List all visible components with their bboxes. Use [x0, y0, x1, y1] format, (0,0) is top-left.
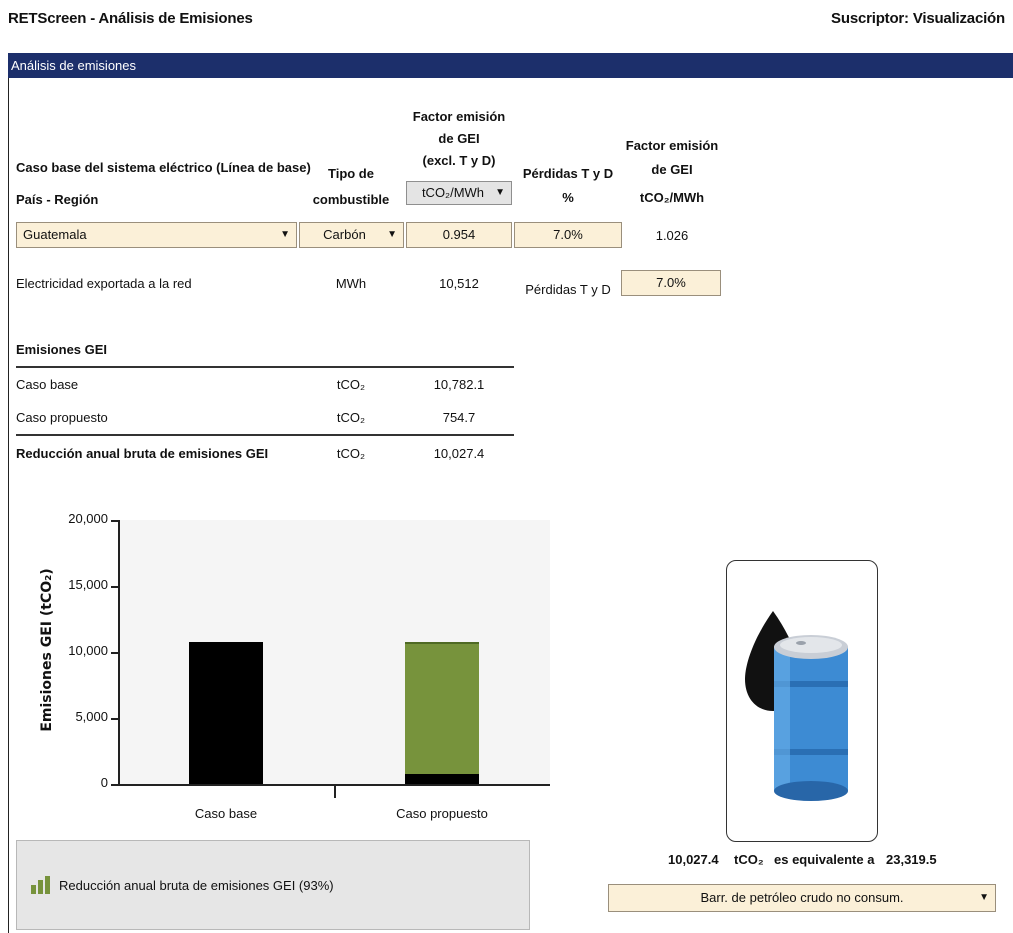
oil-barrel-icon — [726, 560, 878, 842]
x-tick-label: Caso propuesto — [396, 806, 488, 821]
total-unit: tCO₂ — [336, 446, 366, 461]
factor-input[interactable]: 0.954 — [406, 222, 512, 248]
left-border — [8, 78, 9, 933]
total-value: 10,027.4 — [433, 446, 485, 461]
y-tick-label: 20,000 — [68, 511, 108, 526]
factor2-value: 1.026 — [655, 228, 689, 243]
y-tick-label: 10,000 — [68, 643, 108, 658]
chart-legend: Reducción anual bruta de emisiones GEI (… — [16, 840, 530, 930]
bar-chart-icon — [31, 876, 50, 894]
section-header: Análisis de emisiones — [8, 53, 1013, 78]
country-select[interactable]: Guatemala ▼ — [16, 222, 297, 248]
y-tick-mark — [111, 652, 118, 654]
equiv-value: 10,027.4 — [668, 852, 719, 867]
equiv-unit: tCO₂ — [734, 852, 764, 867]
chevron-down-icon: ▼ — [979, 892, 989, 903]
y-axis-line — [118, 520, 120, 784]
legend-label: Reducción anual bruta de emisiones GEI (… — [59, 878, 334, 893]
y-tick-label: 0 — [100, 775, 108, 790]
row-proposed-unit: tCO₂ — [336, 410, 366, 425]
factor2-header-3: tCO₂/MWh — [639, 190, 705, 205]
equiv-result: 23,319.5 — [886, 852, 937, 867]
x-tick-label: Caso base — [194, 806, 258, 821]
y-tick-label: 15,000 — [68, 577, 108, 592]
emissions-rule-bottom — [16, 434, 514, 436]
row-base-label: Caso base — [16, 377, 79, 392]
y-tick-label: 5,000 — [75, 709, 108, 724]
factor-unit-label: tCO₂/MWh — [421, 185, 485, 200]
subscriber-label: Suscriptor: Visualización — [831, 10, 1005, 27]
factor-header-1: Factor emisión — [412, 109, 506, 124]
exported-losses-input[interactable]: 7.0% — [621, 270, 721, 296]
row-proposed-label: Caso propuesto — [16, 410, 108, 425]
emissions-heading: Emisiones GEI — [16, 342, 108, 357]
bar-emissions — [189, 641, 263, 784]
chart-plot-area — [118, 520, 550, 784]
x-tick-mark — [334, 784, 336, 798]
factor2-header-2: de GEI — [651, 162, 693, 177]
y-tick-mark — [111, 520, 118, 522]
losses-header-2: % — [562, 190, 574, 205]
factor-unit-select[interactable]: tCO₂/MWh ▼ — [406, 181, 512, 205]
losses-input[interactable]: 7.0% — [514, 222, 622, 248]
equivalence-select-label: Barr. de petróleo crudo no consum. — [700, 890, 904, 905]
total-label: Reducción anual bruta de emisiones GEI — [16, 446, 269, 461]
exported-unit: MWh — [335, 276, 367, 291]
y-tick-mark — [111, 586, 118, 588]
y-tick-mark — [111, 718, 118, 720]
app-title: RETScreen - Análisis de Emisiones — [8, 10, 253, 27]
emissions-rule-top — [16, 366, 514, 368]
bar-emissions — [405, 774, 479, 784]
factor-header-3: (excl. T y D) — [422, 153, 496, 168]
exported-label: Electricidad exportada a la red — [16, 276, 192, 291]
row-base-value: 10,782.1 — [433, 377, 485, 392]
bar-reduction — [405, 641, 479, 775]
exported-value: 10,512 — [439, 276, 479, 291]
baseline-heading: Caso base del sistema eléctrico (Línea d… — [16, 160, 311, 175]
row-base-unit: tCO₂ — [336, 377, 366, 392]
fuel-select[interactable]: Carbón ▼ — [299, 222, 404, 248]
fuel-value: Carbón — [323, 227, 366, 242]
equiv-text: es equivalente a — [774, 852, 875, 867]
country-label: País - Región — [16, 192, 99, 207]
chevron-down-icon: ▼ — [495, 187, 505, 198]
y-tick-mark — [111, 784, 118, 786]
chevron-down-icon: ▼ — [387, 229, 397, 240]
exported-losses-label: Pérdidas T y D — [525, 282, 611, 297]
country-value: Guatemala — [23, 227, 87, 242]
fuel-header-2: combustible — [312, 192, 390, 207]
chevron-down-icon: ▼ — [280, 229, 290, 240]
fuel-header-1: Tipo de — [328, 166, 374, 181]
equivalence-select[interactable]: Barr. de petróleo crudo no consum. ▼ — [608, 884, 996, 912]
factor2-header-1: Factor emisión — [625, 138, 719, 153]
row-proposed-value: 754.7 — [442, 410, 476, 425]
factor-header-2: de GEI — [438, 131, 480, 146]
losses-header-1: Pérdidas T y D — [522, 166, 614, 181]
